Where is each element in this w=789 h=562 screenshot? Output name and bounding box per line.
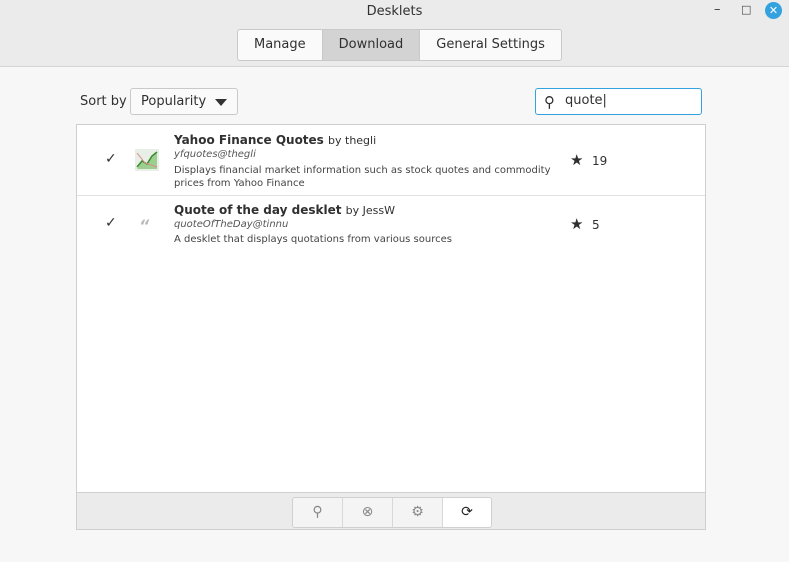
search-value: quote xyxy=(565,93,603,108)
installed-check-icon: ✓ xyxy=(105,151,117,167)
minimize-button[interactable]: – xyxy=(714,2,721,17)
remove-icon: ⊗ xyxy=(361,504,374,520)
desklet-description: A desklet that displays quotations from … xyxy=(174,234,452,245)
uninstall-button[interactable]: ⊗ xyxy=(343,498,393,527)
desklet-list: ✓ Yahoo Finance Quotes by thegli yfquote… xyxy=(76,124,706,492)
tab-bar: Manage Download General Settings xyxy=(237,29,562,61)
maximize-button[interactable]: □ xyxy=(741,3,751,16)
desklet-uuid: quoteOfTheDay@tinnu xyxy=(174,219,289,230)
list-item[interactable]: ✓ “ Quote of the day desklet by JessW qu… xyxy=(77,196,705,256)
sort-value: Popularity xyxy=(141,94,207,109)
dropdown-arrow-icon xyxy=(215,99,227,106)
refresh-button[interactable]: ⟳ xyxy=(443,498,491,527)
search-icon: ⚲ xyxy=(544,93,555,111)
list-item[interactable]: ✓ Yahoo Finance Quotes by thegli yfquote… xyxy=(77,125,705,196)
sort-dropdown[interactable]: Popularity xyxy=(130,88,238,115)
configure-button[interactable]: ⚙ xyxy=(393,498,443,527)
gear-icon: ⚙ xyxy=(411,504,424,520)
search-input[interactable]: ⚲ quote| xyxy=(535,88,702,115)
more-info-button[interactable]: ⚲ xyxy=(293,498,343,527)
close-button[interactable]: ✕ xyxy=(765,2,782,19)
refresh-icon: ⟳ xyxy=(461,504,473,520)
desklet-score: 5 xyxy=(592,218,600,232)
tab-general-settings[interactable]: General Settings xyxy=(420,30,561,60)
bottom-toolbar: ⚲ ⊗ ⚙ ⟳ xyxy=(76,492,706,530)
title-bar: Desklets – □ ✕ Manage Download General S… xyxy=(0,0,789,67)
installed-check-icon: ✓ xyxy=(105,215,117,231)
tab-manage[interactable]: Manage xyxy=(238,30,323,60)
lightbulb-icon: ⚲ xyxy=(312,504,323,520)
desklet-name: Yahoo Finance Quotes by thegli xyxy=(174,133,377,147)
desklet-description: Displays financial market information su… xyxy=(174,165,551,189)
quote-icon: “ xyxy=(139,216,150,235)
desklet-uuid: yfquotes@thegli xyxy=(174,149,256,160)
window-title: Desklets xyxy=(366,4,423,19)
star-icon: ★ xyxy=(570,215,584,233)
chart-icon xyxy=(135,149,159,171)
desklet-name: Quote of the day desklet by JessW xyxy=(174,203,395,217)
sort-label: Sort by xyxy=(80,94,127,109)
star-icon: ★ xyxy=(570,151,584,169)
tab-download[interactable]: Download xyxy=(322,30,421,60)
desklet-score: 19 xyxy=(592,154,608,168)
